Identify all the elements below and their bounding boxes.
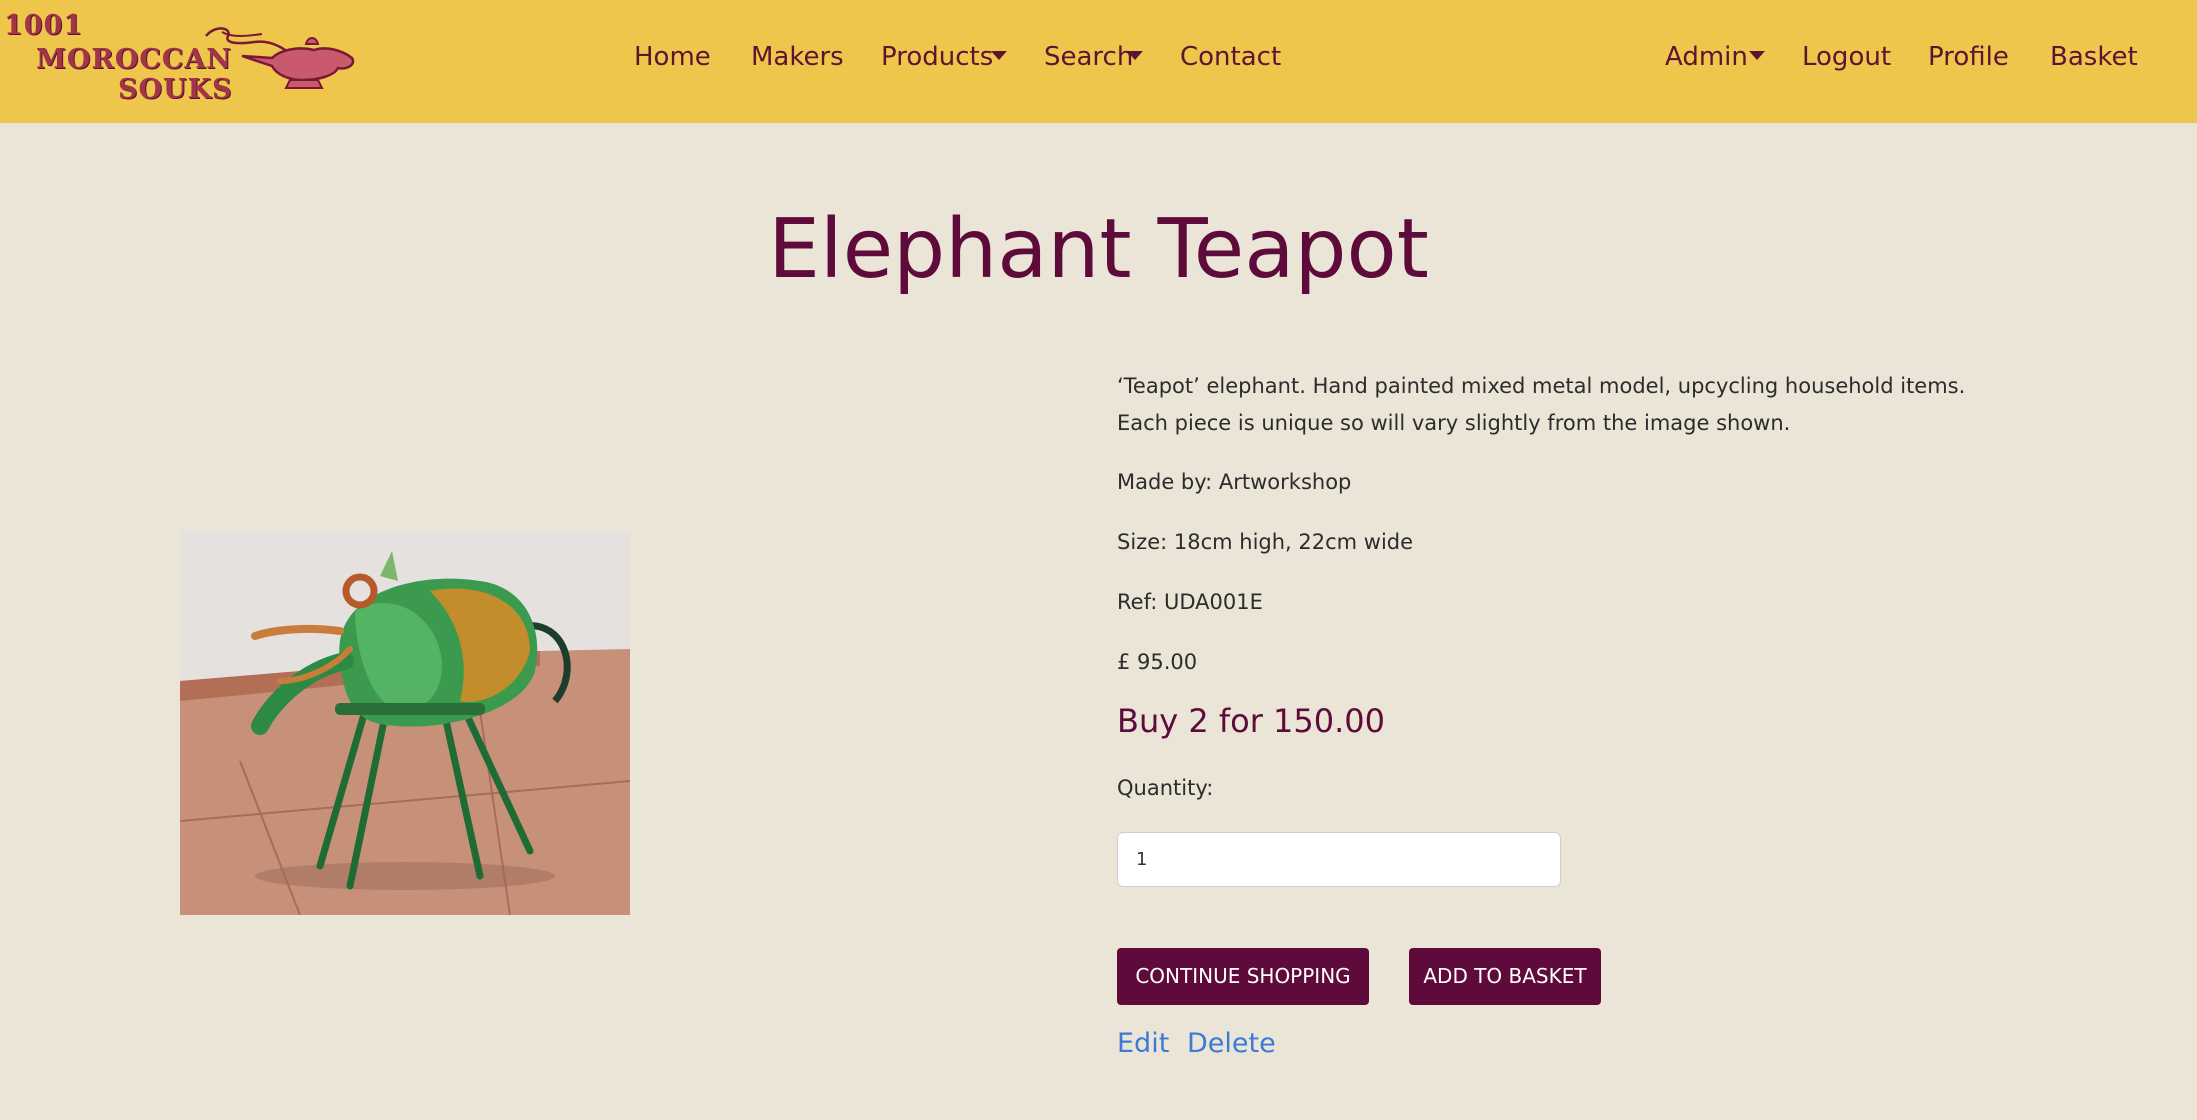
navbar: 1001 MOROCCAN SOUKS Home Makers Products…	[0, 0, 2197, 123]
product-maker: Made by: Artworkshop	[1117, 470, 1352, 494]
quantity-label: Quantity:	[1117, 776, 1214, 800]
nav-profile[interactable]: Profile	[1928, 37, 2009, 77]
edit-link[interactable]: Edit	[1117, 1028, 1169, 1059]
nav-contact[interactable]: Contact	[1180, 37, 1281, 77]
nav-logout[interactable]: Logout	[1802, 37, 1891, 77]
product-image	[180, 531, 630, 915]
nav-home[interactable]: Home	[634, 37, 711, 77]
product-description: ‘Teapot’ elephant. Hand painted mixed me…	[1117, 374, 1966, 435]
magic-lamp-icon	[205, 27, 355, 89]
site-logo[interactable]: 1001 MOROCCAN SOUKS	[4, 8, 360, 108]
product-offer: Buy 2 for 150.00	[1117, 702, 1386, 740]
product-title: Elephant Teapot	[768, 202, 1429, 297]
nav-basket[interactable]: Basket	[2050, 37, 2138, 77]
nav-admin[interactable]: Admin	[1665, 37, 1748, 77]
products-dropdown-caret-icon[interactable]	[991, 51, 1007, 60]
product-size: Size: 18cm high, 22cm wide	[1117, 530, 1414, 554]
product-ref: Ref: UDA001E	[1117, 590, 1263, 614]
nav-products[interactable]: Products	[881, 37, 993, 77]
search-dropdown-caret-icon[interactable]	[1127, 51, 1143, 60]
quantity-input[interactable]	[1117, 832, 1561, 887]
admin-dropdown-caret-icon[interactable]	[1749, 51, 1765, 60]
continue-shopping-button[interactable]: CONTINUE SHOPPING	[1117, 948, 1369, 1005]
nav-search[interactable]: Search	[1044, 37, 1133, 77]
product-price: £ 95.00	[1117, 650, 1198, 674]
nav-makers[interactable]: Makers	[751, 37, 844, 77]
logo-text-line1: 1001	[4, 10, 84, 41]
add-to-basket-button[interactable]: ADD TO BASKET	[1409, 948, 1601, 1005]
delete-link[interactable]: Delete	[1187, 1028, 1276, 1059]
